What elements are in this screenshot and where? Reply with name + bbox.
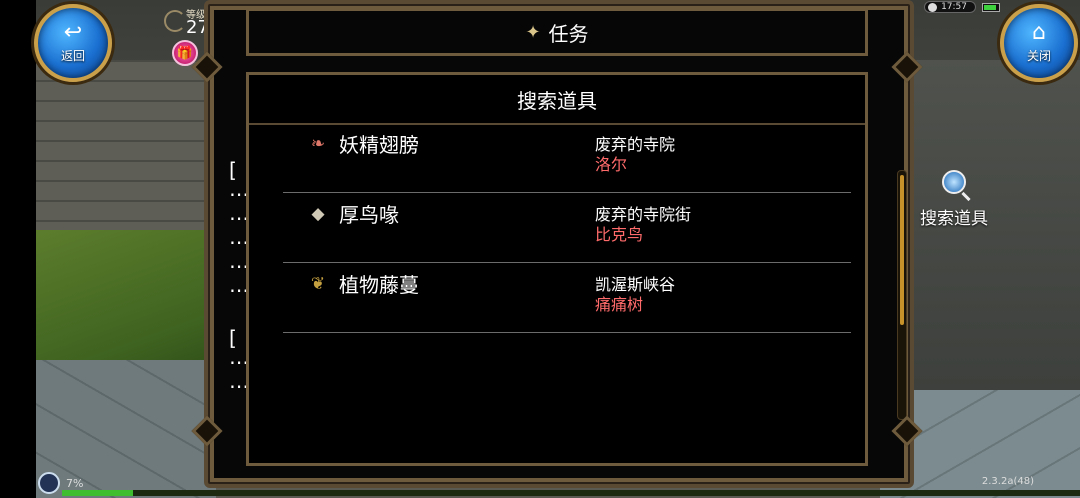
panel-subtitle: 搜索道具 xyxy=(249,75,865,125)
percent-text: 7% xyxy=(66,476,84,490)
gauge-icon xyxy=(38,472,60,494)
clock-time: 17:57 xyxy=(941,2,967,12)
battery-icon xyxy=(982,2,1000,12)
item-name: 妖精翅膀 xyxy=(339,133,419,157)
beak-icon: ◆ xyxy=(311,204,325,224)
list-item[interactable]: ❦ 植物藤蔓 凯渥斯峡谷 痛痛树 xyxy=(283,263,851,333)
scrollbar[interactable] xyxy=(897,170,907,420)
item-monster: 比克鸟 xyxy=(595,225,644,244)
screen-edge xyxy=(0,0,36,498)
item-name: 厚鸟喙 xyxy=(339,203,399,227)
item-monster: 洛尔 xyxy=(595,155,628,174)
search-items-panel: 搜索道具 ❧ 妖精翅膀 废弃的寺院 洛尔 ◆ 厚鸟喙 废弃的寺院街 比克鸟 ❦ … xyxy=(246,72,868,466)
list-item[interactable]: ❧ 妖精翅膀 废弃的寺院 洛尔 xyxy=(283,123,851,193)
close-button-label: 关闭 xyxy=(1026,49,1051,63)
back-button[interactable]: ↩ 返回 xyxy=(34,4,112,82)
home-icon: ⌂ xyxy=(1032,20,1046,45)
grass-area xyxy=(36,230,206,380)
covered-quest-text: [⋯ ⋯ ⋯ ⋯ ⋯[⋯ ⋯ xyxy=(229,158,247,398)
close-button[interactable]: ⌂ 关闭 xyxy=(1000,4,1078,82)
gift-icon[interactable]: 🎁 xyxy=(172,40,198,66)
search-items-shortcut-label: 搜索道具 xyxy=(920,209,988,229)
dialog-header: ✦ 任务 xyxy=(246,8,868,56)
item-list: ❧ 妖精翅膀 废弃的寺院 洛尔 ◆ 厚鸟喙 废弃的寺院街 比克鸟 ❦ 植物藤蔓 … xyxy=(283,123,851,333)
swirl-icon xyxy=(164,10,186,32)
search-items-shortcut[interactable]: 搜索道具 xyxy=(914,170,994,229)
wing-icon: ❧ xyxy=(310,134,326,154)
item-monster: 痛痛树 xyxy=(595,295,644,314)
experience-bar-fill xyxy=(62,490,134,496)
back-button-label: 返回 xyxy=(60,49,85,63)
scrollbar-thumb[interactable] xyxy=(900,175,904,325)
item-name: 植物藤蔓 xyxy=(339,273,419,297)
status-bar: 17:57 xyxy=(924,0,1000,14)
version-text: 2.3.2a(48) xyxy=(981,476,1034,487)
experience-bar xyxy=(62,490,1080,496)
dialog-title: 任务 xyxy=(548,21,589,46)
back-arrow-icon: ↩ xyxy=(63,20,83,45)
vine-icon: ❦ xyxy=(310,274,326,294)
list-item[interactable]: ◆ 厚鸟喙 废弃的寺院街 比克鸟 xyxy=(283,193,851,263)
stone-wall xyxy=(36,60,206,240)
quest-icon: ✦ xyxy=(525,21,541,43)
magnifier-icon xyxy=(942,170,966,194)
clock: 17:57 xyxy=(924,1,976,13)
clock-icon xyxy=(928,3,938,12)
